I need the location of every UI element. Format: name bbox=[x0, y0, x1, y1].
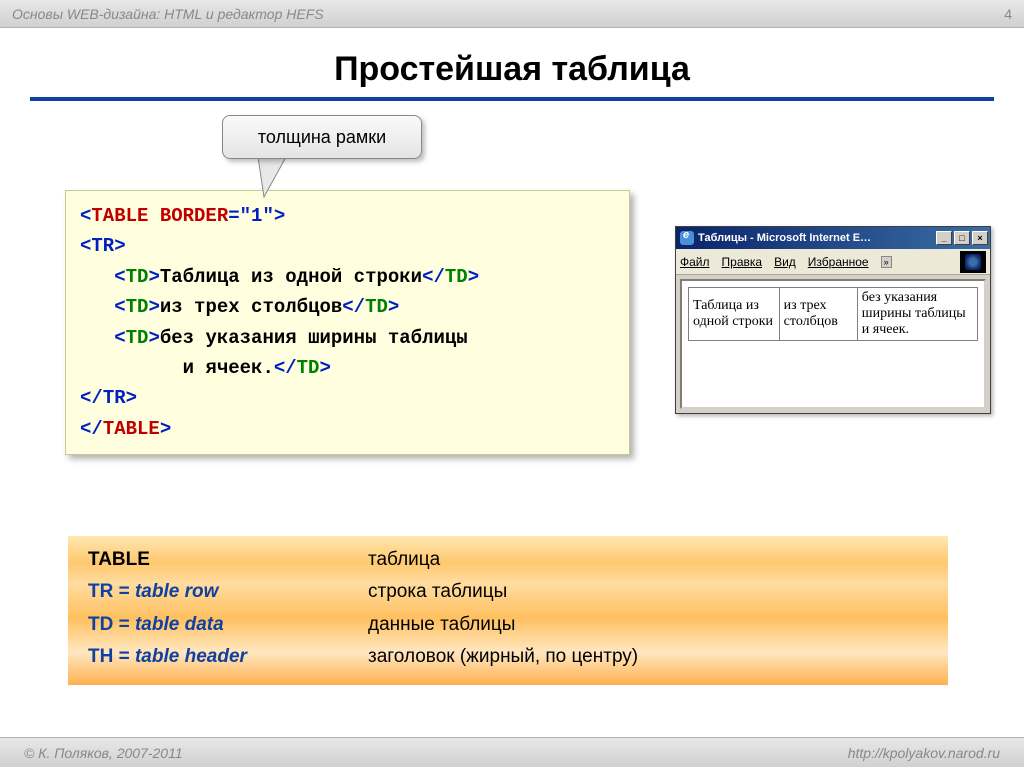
minimize-button[interactable]: _ bbox=[936, 231, 952, 245]
page-number: 4 bbox=[1004, 6, 1012, 22]
title-underline bbox=[30, 97, 994, 101]
table-row: Таблица из одной строки из трех столбцов… bbox=[689, 288, 978, 341]
table-cell: Таблица из одной строки bbox=[689, 288, 780, 341]
menu-view[interactable]: Вид bbox=[774, 255, 796, 269]
code-lt: < bbox=[80, 205, 91, 227]
code-tr: TR bbox=[91, 235, 114, 257]
def-row: TH = table header заголовок (жирный, по … bbox=[88, 641, 928, 673]
menu-favorites[interactable]: Избранное bbox=[808, 255, 869, 269]
def-desc: заголовок (жирный, по центру) bbox=[368, 641, 638, 673]
code-tr-open: < bbox=[80, 235, 91, 257]
def-desc: данные таблицы bbox=[368, 609, 515, 641]
definitions-panel: TABLE таблица TR = table row строка табл… bbox=[68, 536, 948, 685]
code-cell1: Таблица из одной строки bbox=[160, 266, 422, 288]
browser-menu: Файл Правка Вид Избранное » bbox=[676, 249, 990, 275]
menu-edit[interactable]: Правка bbox=[722, 255, 763, 269]
code-cell3b: и ячеек. bbox=[183, 357, 274, 379]
def-term: TH = table header bbox=[88, 641, 368, 673]
throbber-icon bbox=[960, 251, 986, 273]
slide-title: Простейшая таблица bbox=[0, 50, 1024, 89]
def-row: TD = table data данные таблицы bbox=[88, 609, 928, 641]
window-buttons: _ □ × bbox=[936, 231, 988, 245]
def-term: TR = table row bbox=[88, 576, 368, 608]
browser-titlebar: Таблицы - Microsoft Internet E… _ □ × bbox=[676, 227, 990, 249]
def-term: TD = table data bbox=[88, 609, 368, 641]
menu-file[interactable]: Файл bbox=[680, 255, 710, 269]
def-desc: таблица bbox=[368, 544, 440, 576]
code-gt: > bbox=[274, 205, 285, 227]
browser-title: Таблицы - Microsoft Internet E… bbox=[698, 232, 871, 244]
def-row: TABLE таблица bbox=[88, 544, 928, 576]
code-td: TD bbox=[126, 266, 149, 288]
footer-copyright: © К. Поляков, 2007-2011 bbox=[24, 745, 183, 761]
browser-window: Таблицы - Microsoft Internet E… _ □ × Фа… bbox=[675, 226, 991, 414]
def-term: TABLE bbox=[88, 544, 368, 576]
footer-bar: © К. Поляков, 2007-2011 http://kpolyakov… bbox=[0, 737, 1024, 767]
callout-label: толщина рамки bbox=[258, 127, 386, 148]
rendered-table: Таблица из одной строки из трех столбцов… bbox=[688, 287, 978, 341]
close-button[interactable]: × bbox=[972, 231, 988, 245]
code-border-attr: BORDER bbox=[148, 205, 228, 227]
def-desc: строка таблицы bbox=[368, 576, 507, 608]
footer-url: http://kpolyakov.narod.ru bbox=[848, 745, 1000, 761]
code-cell3a: без указания ширины таблицы bbox=[160, 327, 468, 349]
header-bar: Основы WEB-дизайна: HTML и редактор HEFS… bbox=[0, 0, 1024, 28]
maximize-button[interactable]: □ bbox=[954, 231, 970, 245]
browser-content: Таблица из одной строки из трех столбцов… bbox=[680, 279, 986, 409]
header-title: Основы WEB-дизайна: HTML и редактор HEFS bbox=[12, 6, 324, 22]
code-border-val: ="1" bbox=[228, 205, 274, 227]
table-cell: из трех столбцов bbox=[779, 288, 857, 341]
code-table-tag: TABLE bbox=[91, 205, 148, 227]
ie-icon bbox=[680, 231, 694, 245]
code-block: <TABLE BORDER="1"> <TR> <TD>Таблица из о… bbox=[65, 190, 630, 455]
menu-chevron-icon[interactable]: » bbox=[881, 256, 892, 268]
table-cell: без указания ширины таблицы и ячеек. bbox=[857, 288, 977, 341]
callout-box: толщина рамки bbox=[222, 115, 422, 159]
code-cell2: из трех столбцов bbox=[160, 296, 342, 318]
def-row: TR = table row строка таблицы bbox=[88, 576, 928, 608]
code-table-close: TABLE bbox=[103, 418, 160, 440]
